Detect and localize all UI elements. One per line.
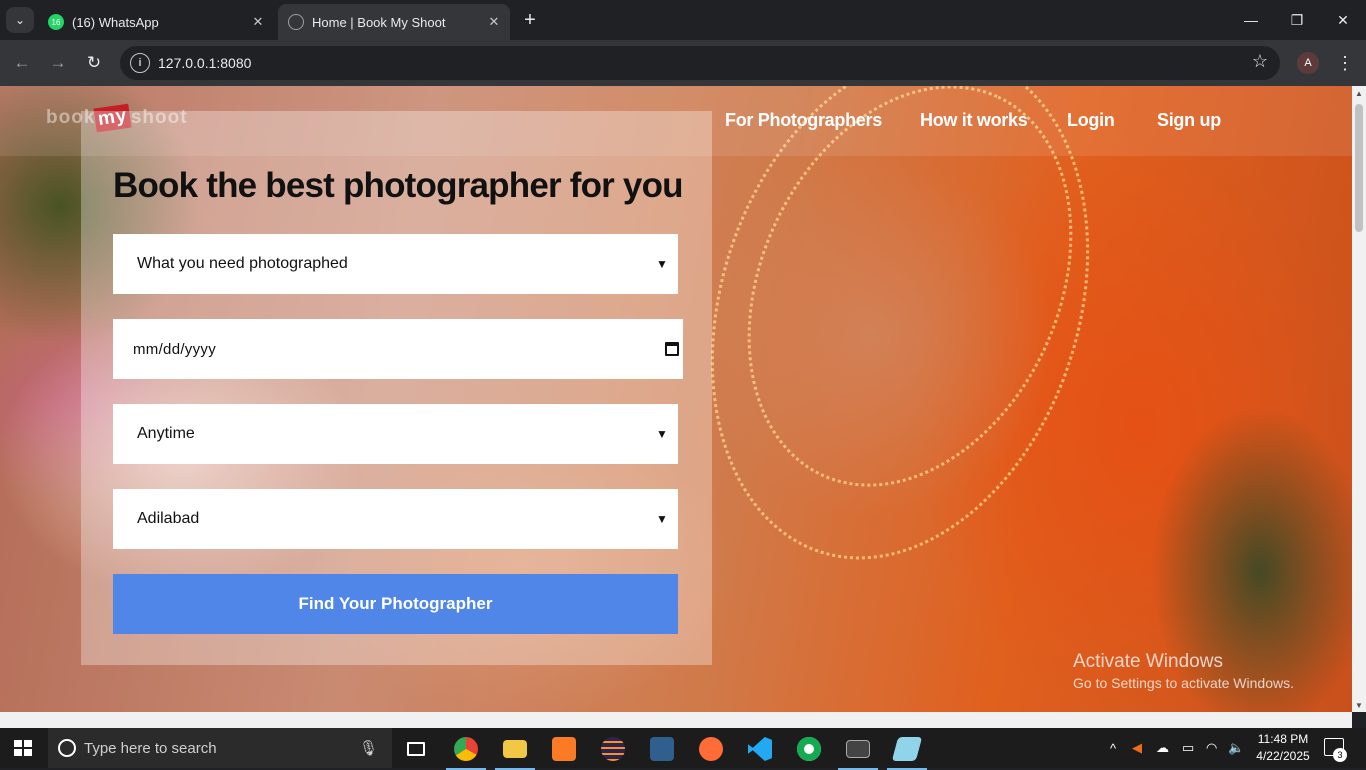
xampp-icon[interactable] xyxy=(544,734,584,764)
tab-whatsapp[interactable]: 16 (16) WhatsApp ✕ xyxy=(38,4,274,40)
page-viewport: bookmyshoot For Photographers How it wor… xyxy=(0,86,1352,712)
minimize-icon: — xyxy=(1244,12,1258,28)
nav-login[interactable]: Login xyxy=(1067,110,1115,131)
browser-toolbar: ← → ↻ i 127.0.0.1:8080 ☆ A ⋮ xyxy=(0,40,1366,86)
cortana-icon xyxy=(58,739,76,757)
address-bar[interactable]: i 127.0.0.1:8080 ☆ xyxy=(120,46,1280,80)
postman-icon[interactable] xyxy=(691,734,731,764)
date-input[interactable]: mm/dd/yyyy xyxy=(113,319,683,379)
scroll-up-icon[interactable]: ▲ xyxy=(1352,86,1366,100)
windows-taskbar: Type here to search 🎙 ^ ◀ ☁ ▭ ◠ 🔈 11:48 … xyxy=(0,728,1366,770)
task-view-icon[interactable] xyxy=(396,734,436,764)
microphone-icon[interactable]: 🎙 xyxy=(359,739,378,757)
plus-icon: + xyxy=(524,8,536,31)
restore-icon: ❐ xyxy=(1290,11,1304,28)
hero-headline: Book the best photographer for you xyxy=(113,166,684,205)
taskbar-clock[interactable]: 11:48 PM 4/22/2025 xyxy=(1250,731,1316,765)
restore-button[interactable]: ❐ xyxy=(1274,0,1320,40)
url-text[interactable]: 127.0.0.1:8080 xyxy=(158,55,251,71)
reload-button[interactable]: ↻ xyxy=(81,50,107,76)
new-tab-button[interactable]: + xyxy=(518,8,542,32)
battery-icon[interactable]: ▭ xyxy=(1182,728,1194,768)
reload-icon: ↻ xyxy=(86,53,102,72)
mongodb-compass-icon[interactable] xyxy=(789,734,829,764)
arrow-right-icon: → xyxy=(49,53,67,72)
nav-sign-up[interactable]: Sign up xyxy=(1157,110,1221,131)
vertical-scrollbar[interactable]: ▲ ▼ xyxy=(1352,86,1366,712)
globe-icon xyxy=(288,14,304,30)
eclipse-icon[interactable] xyxy=(593,734,633,764)
app-icon[interactable] xyxy=(887,734,927,770)
close-icon: ✕ xyxy=(1337,11,1349,28)
scroll-down-icon[interactable]: ▼ xyxy=(1352,698,1366,712)
scrollbar-thumb[interactable] xyxy=(1355,104,1363,232)
close-icon[interactable]: ✕ xyxy=(482,14,506,30)
tab-title: (16) WhatsApp xyxy=(72,14,159,30)
forward-button[interactable]: → xyxy=(45,50,71,76)
tab-title: Home | Book My Shoot xyxy=(312,14,446,30)
whatsapp-icon: 16 xyxy=(48,14,64,30)
time-select[interactable]: Anytime ▼ xyxy=(113,404,678,464)
info-icon[interactable]: i xyxy=(130,53,150,73)
speaker-icon[interactable]: 🔈 xyxy=(1228,728,1244,768)
chevron-down-icon: ⌄ xyxy=(14,13,26,27)
city-select[interactable]: Adilabad ▼ xyxy=(113,489,678,549)
category-select[interactable]: What you need photographed ▼ xyxy=(113,234,678,294)
nav-for-photographers[interactable]: For Photographers xyxy=(725,110,882,131)
tab-search-button[interactable]: ⌄ xyxy=(6,7,34,33)
horizontal-scrollbar[interactable] xyxy=(0,712,1352,728)
chevron-down-icon: ▼ xyxy=(656,427,668,441)
volume-muted-icon[interactable]: ◀ xyxy=(1132,728,1142,768)
mysql-workbench-icon[interactable] xyxy=(642,734,682,764)
arrow-left-icon: ← xyxy=(13,53,31,72)
vscode-icon[interactable] xyxy=(740,734,780,764)
profile-avatar[interactable]: A xyxy=(1297,52,1319,74)
tab-book-my-shoot[interactable]: Home | Book My Shoot ✕ xyxy=(278,4,510,40)
search-placeholder: Type here to search xyxy=(84,739,217,757)
chevron-down-icon: ▼ xyxy=(656,257,668,271)
watermark-title: Activate Windows xyxy=(1073,651,1223,672)
chrome-icon[interactable] xyxy=(446,734,486,770)
onedrive-icon[interactable]: ☁ xyxy=(1156,728,1169,768)
taskbar-search[interactable]: Type here to search 🎙 xyxy=(48,728,392,768)
notification-count-badge: 3 xyxy=(1333,748,1347,762)
windows-start-icon[interactable] xyxy=(14,740,32,756)
show-hidden-icons[interactable]: ^ xyxy=(1110,728,1116,768)
booking-form-card: Book the best photographer for you What … xyxy=(81,111,712,665)
wifi-icon[interactable]: ◠ xyxy=(1206,728,1217,768)
more-menu-icon[interactable]: ⋮ xyxy=(1336,50,1354,76)
find-photographer-button[interactable]: Find Your Photographer xyxy=(113,574,678,634)
watermark-subtitle: Go to Settings to activate Windows. xyxy=(1073,675,1294,691)
nav-how-it-works[interactable]: How it works xyxy=(920,110,1028,131)
chevron-down-icon: ▼ xyxy=(656,512,668,526)
terminal-icon[interactable] xyxy=(838,734,878,770)
browser-tab-strip: ⌄ 16 (16) WhatsApp ✕ Home | Book My Shoo… xyxy=(0,0,1366,40)
star-icon[interactable]: ☆ xyxy=(1252,51,1268,72)
file-explorer-icon[interactable] xyxy=(495,734,535,770)
minimize-button[interactable]: — xyxy=(1228,0,1274,40)
close-icon[interactable]: ✕ xyxy=(246,14,270,30)
close-window-button[interactable]: ✕ xyxy=(1320,0,1366,40)
activate-windows-watermark: Activate Windows Go to Settings to activ… xyxy=(1073,651,1294,691)
back-button[interactable]: ← xyxy=(9,50,35,76)
calendar-icon[interactable] xyxy=(665,342,679,356)
